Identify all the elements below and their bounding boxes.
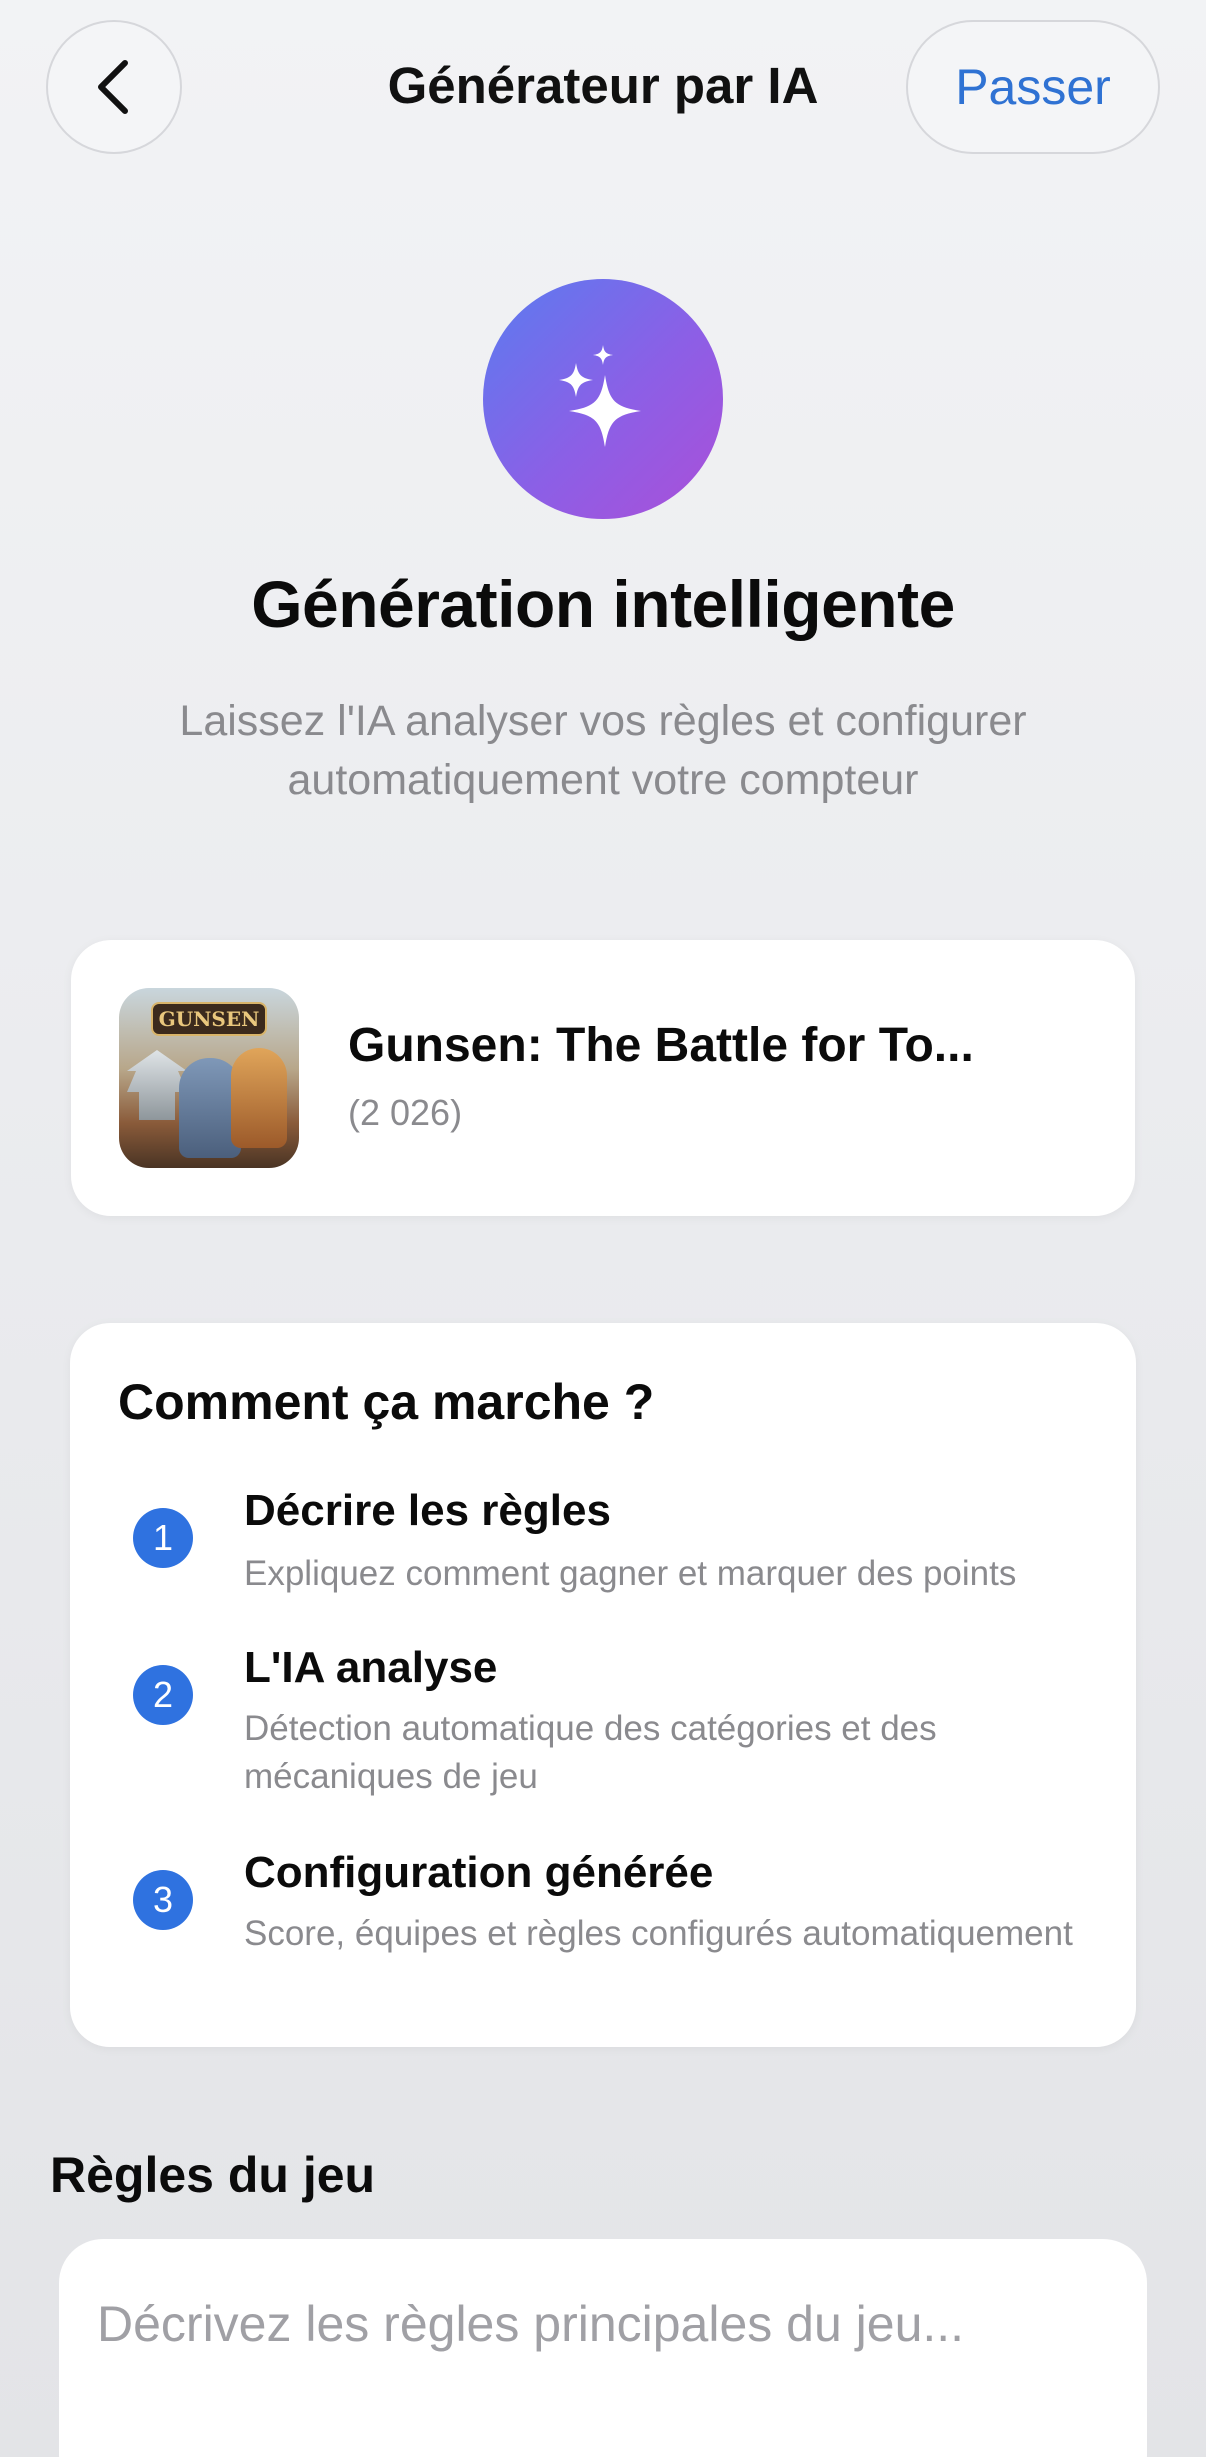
- game-logo: GUNSEN: [151, 1002, 267, 1036]
- step-number-badge: 3: [133, 1870, 193, 1930]
- game-year: (2 026): [348, 1092, 463, 1133]
- step-description: Score, équipes et règles configurés auto…: [244, 1914, 1073, 1953]
- step-description: Détection automatique des catégories et …: [244, 1709, 937, 1796]
- ai-generator-screen: Générateur par IA Passer Génération inte…: [0, 0, 1206, 2457]
- game-cover-image: GUNSEN: [119, 988, 299, 1168]
- warrior-illustration: [231, 1048, 287, 1148]
- step-title: Configuration générée: [244, 1848, 714, 1897]
- step-number-badge: 2: [133, 1665, 193, 1725]
- step-title: Décrire les règles: [244, 1486, 611, 1535]
- sparkles-icon: [483, 279, 723, 519]
- step-number-badge: 1: [133, 1508, 193, 1568]
- skip-button[interactable]: Passer: [906, 20, 1160, 154]
- selected-game-card[interactable]: GUNSEN Gunsen: The Battle for To... (2 0…: [71, 940, 1135, 1216]
- hero-subtitle: Laissez l'IA analyser vos règles et conf…: [179, 697, 1027, 804]
- game-name: Gunsen: The Battle for To...: [348, 1019, 974, 1072]
- step-description: Expliquez comment gagner et marquer des …: [244, 1554, 1017, 1593]
- rules-section-label: Règles du jeu: [50, 2147, 376, 2203]
- castle-illustration: [127, 1050, 187, 1120]
- step-title: L'IA analyse: [244, 1643, 498, 1692]
- how-it-works-title: Comment ça marche ?: [118, 1374, 655, 1430]
- rules-input[interactable]: [59, 2239, 1147, 2457]
- hero-title: Génération intelligente: [251, 567, 955, 641]
- how-it-works-card: Comment ça marche ? 1 Décrire les règles…: [70, 1323, 1136, 2047]
